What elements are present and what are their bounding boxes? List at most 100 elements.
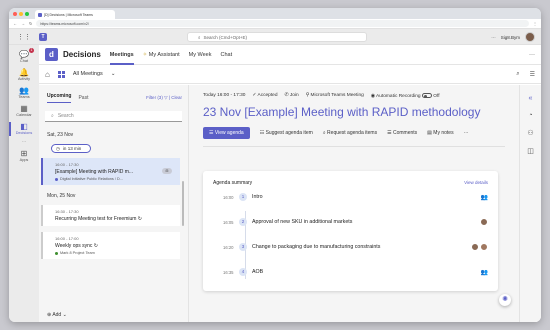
meeting-card[interactable]: 16:30 - 17:30 Recurring Meeting test for…: [41, 205, 180, 226]
waffle-icon[interactable]: ⋮⋮: [9, 33, 39, 41]
rail-item-chat[interactable]: 💬 1 Chat: [9, 48, 39, 63]
agenda-item-label: Change to packaging due to manufacturing…: [252, 244, 381, 250]
list-scrollbar[interactable]: [182, 181, 184, 226]
accepted-label: Accepted: [257, 93, 278, 99]
panel-icon[interactable]: ◫: [527, 147, 534, 155]
actions-more-button[interactable]: ···: [464, 130, 469, 136]
agenda-item[interactable]: 16:35 4 AOB 👥: [223, 268, 488, 276]
back-arrow-icon[interactable]: ←: [13, 21, 17, 26]
group-icon: 👥: [480, 194, 488, 201]
browser-menu-icon[interactable]: ⋮: [533, 21, 537, 26]
clear-button[interactable]: | Clear: [169, 95, 182, 100]
teams-favicon-icon: [38, 12, 42, 17]
search-icon: ⌕: [198, 34, 201, 40]
view-agenda-label: View agenda: [214, 129, 244, 136]
avatar[interactable]: [525, 32, 535, 42]
tab-my-week[interactable]: My Week: [189, 52, 212, 58]
tab-chat[interactable]: Chat: [220, 52, 232, 58]
chevron-down-icon[interactable]: ⌄: [111, 71, 116, 77]
view-details-link[interactable]: View details: [464, 180, 488, 186]
agenda-item-number: 1: [239, 193, 247, 201]
tab-my-assistant-label: My Assistant: [148, 51, 180, 58]
group-icon: 👥: [480, 269, 488, 276]
url-field[interactable]: https://teams.microsoft.com/v2/: [36, 20, 529, 27]
teams-topbar: ⋮⋮ T ⌕ Search (Cmd+Opt+E) ··· Sig8.Bym: [9, 29, 541, 45]
apps-icon: ⊞: [20, 149, 28, 158]
decisions-icon: ◧: [20, 122, 28, 131]
filter-button[interactable]: Filter (3): [146, 95, 163, 100]
filter-icon[interactable]: ▽: [164, 95, 167, 100]
join-label: Join: [289, 93, 299, 99]
rail-item-apps[interactable]: ⊞ Apps: [9, 149, 39, 162]
browser-tab[interactable]: [D] Decisions | Microsoft Teams: [35, 10, 115, 19]
agenda-item-label: Approval of new SKU in additional market…: [252, 219, 353, 225]
comments-button[interactable]: ☰ Comments: [387, 130, 417, 136]
time-until-chip: ◷ in 13 min: [51, 144, 91, 153]
clock-icon[interactable]: ◔: [528, 112, 532, 119]
rail-item-calendar[interactable]: ▦ Calendar: [9, 104, 39, 117]
forward-arrow-icon[interactable]: →: [21, 21, 25, 26]
collapse-icon[interactable]: «: [529, 95, 533, 102]
all-meetings-dropdown[interactable]: All Meetings: [73, 71, 103, 77]
global-search-input[interactable]: ⌕ Search (Cmd+Opt+E): [187, 32, 367, 42]
add-button[interactable]: ⊕ Add ⌄: [47, 312, 67, 318]
location: ⚲ Microsoft Teams Meeting: [306, 93, 364, 98]
star-icon: ✧: [142, 51, 148, 58]
address-bar: ← → ↻ https://teams.microsoft.com/v2/ ⋮: [9, 19, 541, 29]
meeting-title: Weekly ops sync ↻: [55, 243, 99, 249]
reload-icon[interactable]: ↻: [29, 21, 32, 26]
request-label: Request agenda items: [327, 129, 378, 136]
menu-icon[interactable]: ☰: [530, 71, 535, 78]
join-button[interactable]: ✆ Join: [285, 93, 299, 98]
agenda-item-number: 4: [239, 268, 247, 276]
search-icon[interactable]: ⌕: [516, 71, 519, 78]
list-search-placeholder: Search: [57, 113, 74, 119]
meeting-time: 16:00 - 17:30: [55, 162, 79, 167]
view-agenda-button[interactable]: ☰ View agenda: [203, 126, 250, 139]
close-window-button[interactable]: [13, 11, 17, 16]
app-more-button[interactable]: ···: [529, 52, 535, 58]
agenda-item[interactable]: 16:20 3 Change to packaging due to manuf…: [223, 243, 488, 251]
tab-past[interactable]: Past: [78, 95, 88, 101]
day-header: Mon, 25 Nov: [47, 193, 76, 199]
bell-icon: 🔔: [19, 68, 29, 77]
agenda-item[interactable]: 16:05 2 Approval of new SKU in additiona…: [223, 218, 488, 226]
left-rail: 💬 1 Chat 🔔 Activity 👥 Teams ▦ Calendar ◧ …: [9, 45, 39, 322]
rail-label-calendar: Calendar: [16, 113, 32, 117]
chat-icon: 💬 1: [19, 48, 34, 59]
rail-item-more[interactable]: ···: [9, 140, 39, 144]
my-notes-button[interactable]: ▤ My notes: [427, 130, 453, 136]
minimize-window-button[interactable]: [19, 11, 23, 16]
meeting-card[interactable]: 16:00 - 17:30 [Example] Meeting with RAP…: [41, 158, 180, 185]
recording-state: Off: [433, 93, 440, 99]
tab-my-assistant[interactable]: ✧ My Assistant: [143, 52, 180, 58]
app-name: Decisions: [63, 50, 101, 59]
meeting-card[interactable]: 16:00 - 17:00 Weekly ops sync ↻ Mark 8 P…: [41, 232, 180, 259]
home-icon[interactable]: ⌂: [45, 70, 50, 79]
agenda-item-label: AOB: [252, 269, 264, 275]
right-rail: « ◔ ⚇ ◫: [519, 85, 541, 322]
tab-upcoming[interactable]: Upcoming: [47, 93, 72, 103]
recording-label: Automatic Recording: [376, 93, 421, 99]
assistant-fab-icon[interactable]: ✺: [499, 294, 511, 306]
settings-more-button[interactable]: ···: [491, 35, 496, 40]
accepted-status[interactable]: ✓ Accepted: [252, 93, 277, 98]
agenda-item[interactable]: 16:00 1 Intro 👥: [223, 193, 488, 201]
request-agenda-items-button[interactable]: ⌕ Request agenda items: [323, 130, 377, 136]
rail-item-teams[interactable]: 👥 Teams: [9, 86, 39, 99]
tab-meetings[interactable]: Meetings: [109, 52, 134, 65]
suggest-agenda-item-button[interactable]: ☷ Suggest agenda item: [260, 130, 313, 136]
window-controls[interactable]: [13, 11, 29, 16]
all-meetings-grid-icon: [57, 70, 65, 78]
location-label: Microsoft Teams Meeting: [310, 93, 364, 99]
time-until-text: in 13 min: [62, 146, 82, 151]
people-icon[interactable]: ⚇: [527, 129, 533, 137]
recording-toggle[interactable]: [421, 93, 432, 98]
rail-item-decisions[interactable]: ◧ Decisions: [9, 122, 39, 136]
rail-item-activity[interactable]: 🔔 Activity: [9, 68, 39, 81]
teams-logo-icon: T: [39, 32, 47, 41]
url-text: https://teams.microsoft.com/v2/: [40, 21, 89, 26]
list-search-input[interactable]: ⌕ Search: [45, 111, 182, 122]
maximize-window-button[interactable]: [25, 11, 29, 16]
agenda-item-time: 16:35: [223, 269, 234, 275]
